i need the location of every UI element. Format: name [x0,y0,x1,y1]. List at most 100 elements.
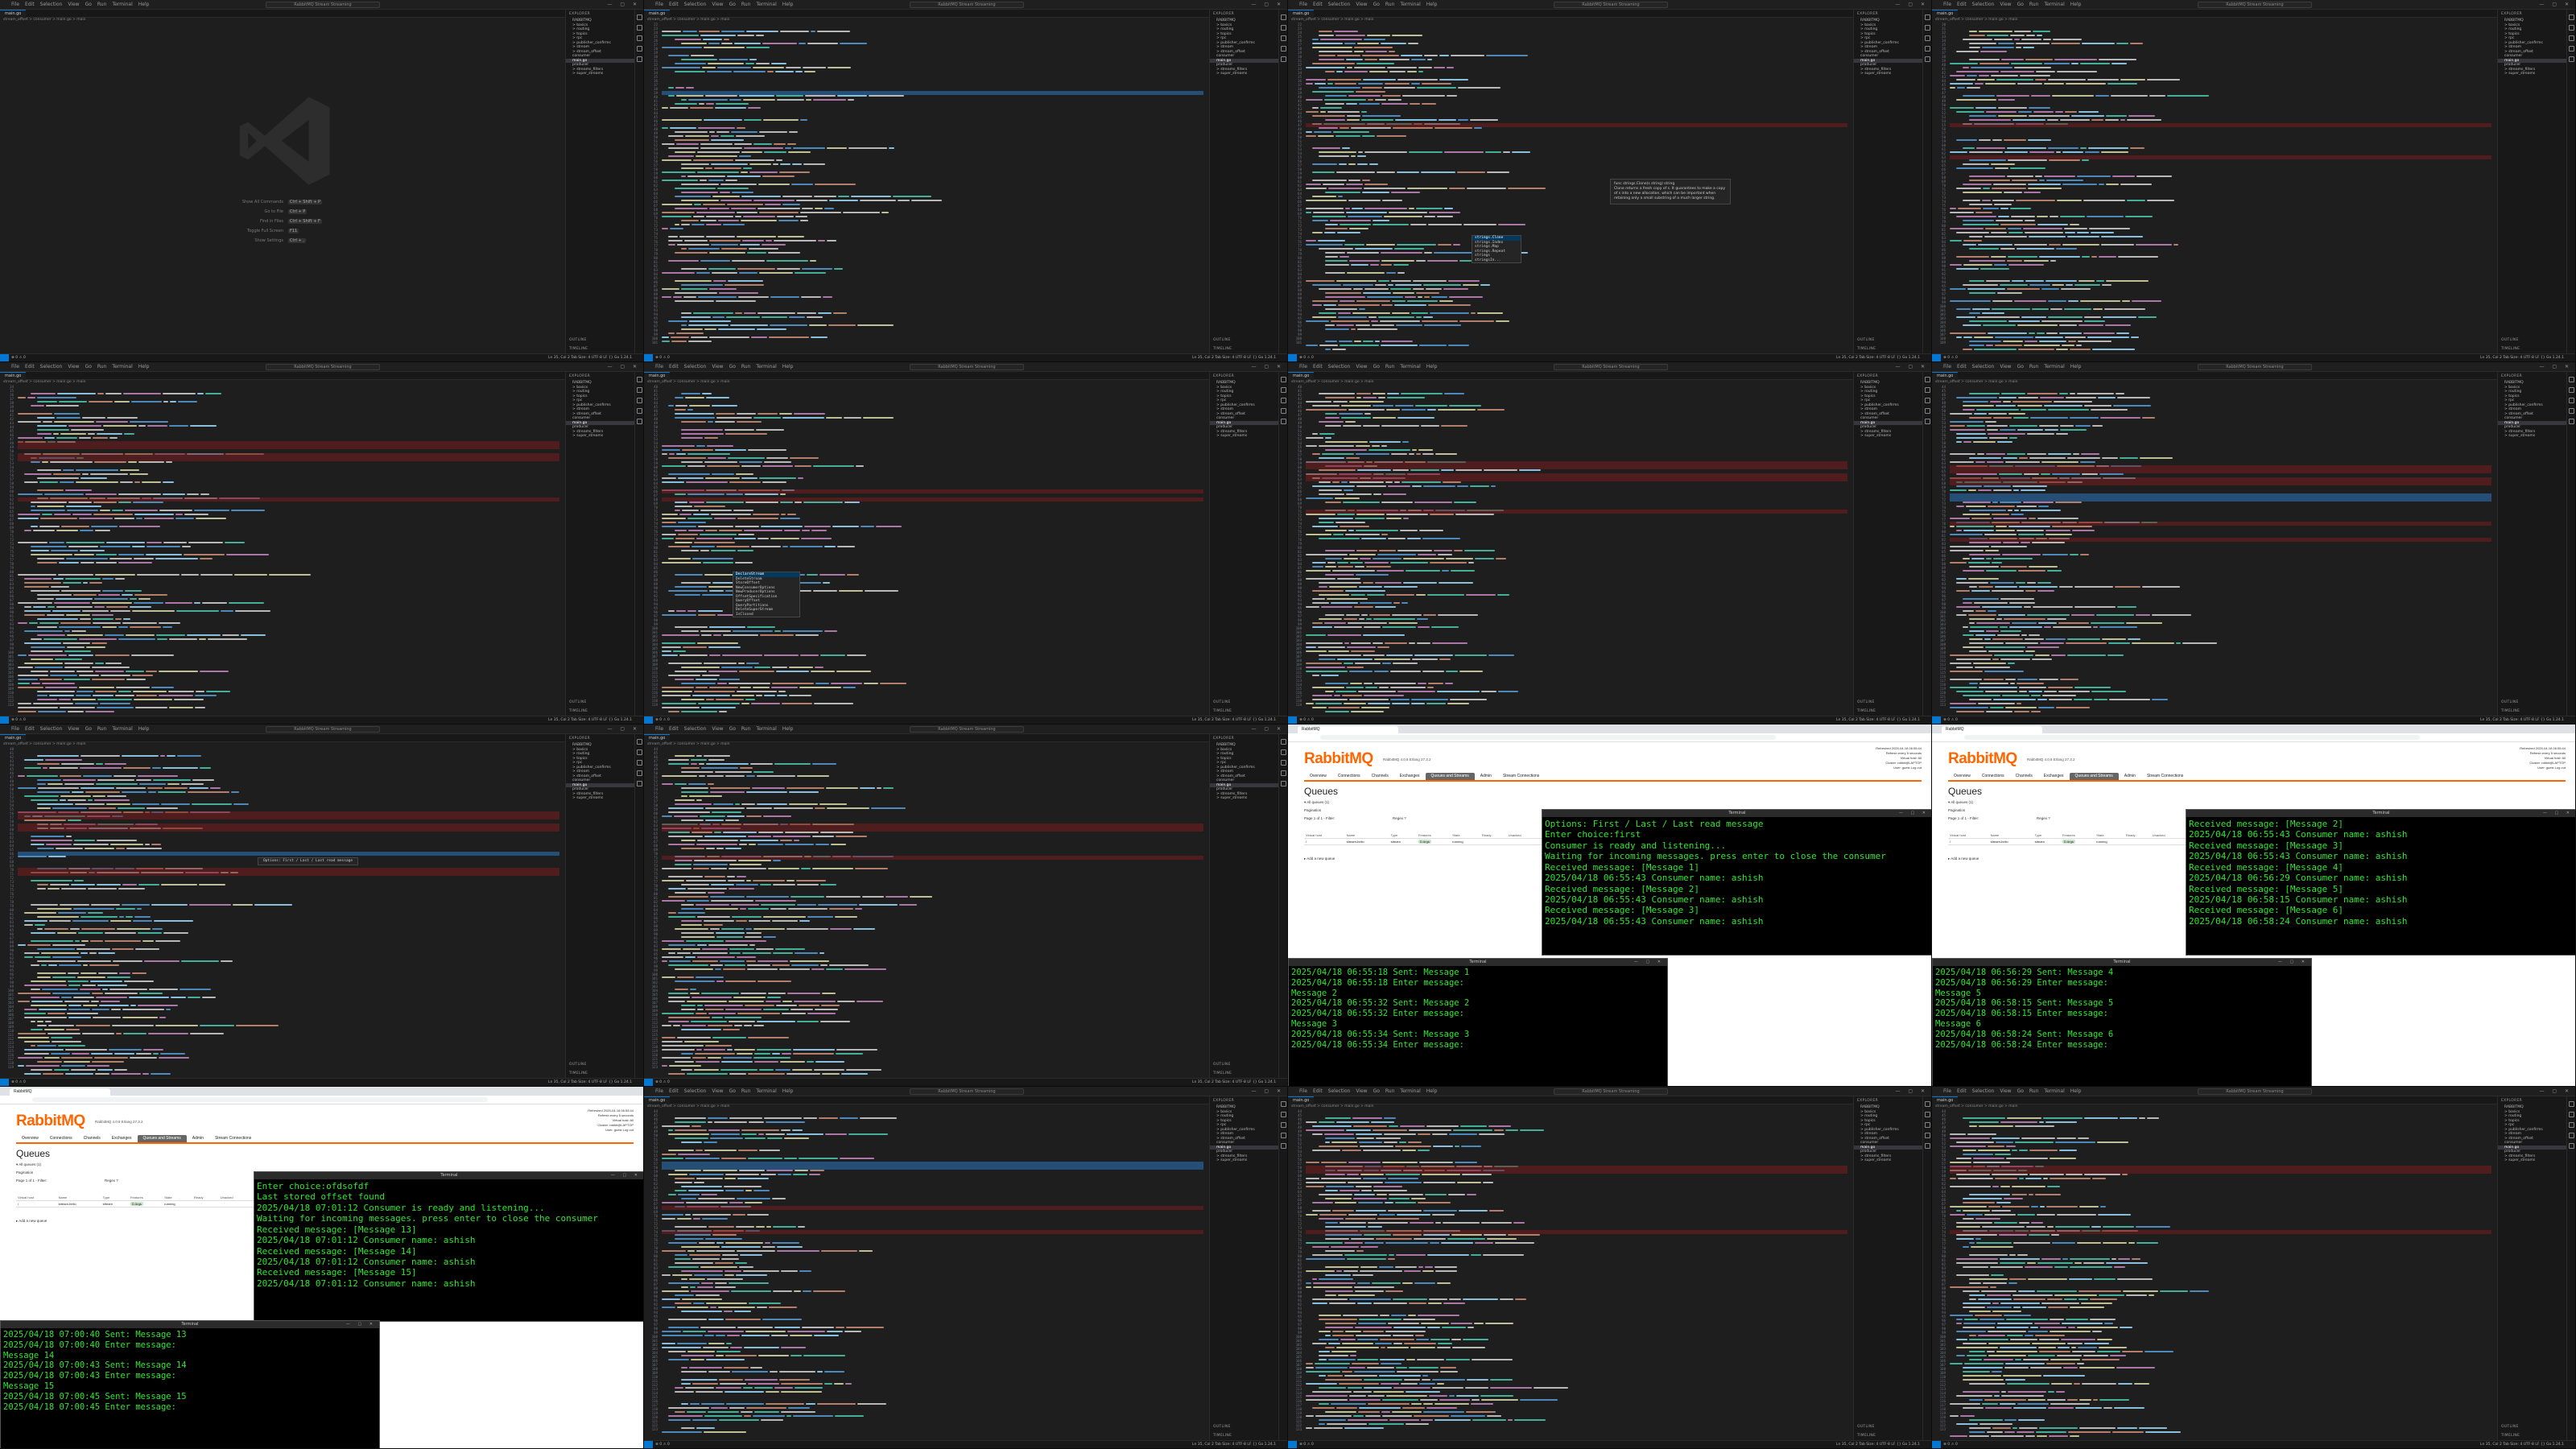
problems-count[interactable]: ⊗ 0 ⚠ 0 [1299,354,1314,361]
menu-item-view[interactable]: View [712,726,723,732]
problems-count[interactable]: ⊗ 0 ⚠ 0 [655,716,670,724]
command-center-search[interactable]: RabbitMQ Stream Streaming [2198,364,2312,370]
tab-main-go[interactable]: main.go [1932,10,1959,18]
timeline-header[interactable]: TIMELINE [1210,345,1279,353]
source-control-icon[interactable] [636,398,642,403]
outline-header[interactable]: OUTLINE [1210,1060,1279,1069]
files-icon[interactable] [2568,1101,2574,1107]
timeline-header[interactable]: TIMELINE [1210,1431,1279,1440]
menu-item-selection[interactable]: Selection [684,364,707,369]
menu-item-file[interactable]: File [1299,1088,1307,1094]
menu-item-file[interactable]: File [1943,364,1951,369]
search-icon[interactable] [1280,25,1286,31]
explorer-item[interactable]: > super_streams [1854,72,1923,76]
menu-item-terminal[interactable]: Terminal [112,2,132,7]
files-icon[interactable] [1280,14,1286,20]
page-filter[interactable]: Page 1 of 1 - Filter: [1948,816,1979,820]
files-icon[interactable] [2568,14,2574,20]
source-control-icon[interactable] [1924,35,1930,41]
problems-count[interactable]: ⊗ 0 ⚠ 0 [1943,716,1958,724]
menu-item-go[interactable]: Go [729,726,736,732]
tab-main-go[interactable]: main.go [644,372,671,380]
menu-item-view[interactable]: View [2000,364,2011,369]
outline-header[interactable]: OUTLINE [1854,698,1923,707]
timeline-header[interactable]: TIMELINE [1854,707,1923,716]
menu-item-terminal[interactable]: Terminal [756,2,776,7]
search-icon[interactable] [636,25,642,31]
explorer-item[interactable]: > super_streams [1854,434,1923,439]
menu-item-file[interactable]: File [1943,1088,1951,1094]
page-filter[interactable]: Page 1 of 1 - Filter: [1304,816,1335,820]
problems-count[interactable]: ⊗ 0 ⚠ 0 [11,354,26,361]
tab-main-go[interactable]: main.go [1932,372,1959,380]
outline-header[interactable]: OUTLINE [2498,336,2567,345]
problems-count[interactable]: ⊗ 0 ⚠ 0 [1943,354,1958,361]
problems-count[interactable]: ⊗ 0 ⚠ 0 [655,1079,670,1086]
tab-main-go[interactable]: main.go [644,10,671,18]
explorer-item[interactable]: > super_streams [1210,1158,1279,1163]
browser-tab[interactable]: RabbitMQ [1298,726,1398,733]
command-center-search[interactable]: RabbitMQ Stream Streaming [910,364,1024,370]
menu-item-help[interactable]: Help [782,364,794,369]
menu-item-terminal[interactable]: Terminal [2044,2,2064,7]
explorer-item[interactable]: > super_streams [1210,434,1279,439]
explorer-item[interactable]: > super_streams [2498,72,2567,76]
menu-item-edit[interactable]: Edit [669,1088,679,1094]
consumer-terminal[interactable]: Terminal — ▢ ✕ Options: First / Last / Las… [1542,809,1931,956]
explorer-item[interactable]: > super_streams [2498,1158,2567,1163]
all-queues-toggle[interactable]: ▾ All queues (1) [16,1162,41,1167]
address-bar[interactable] [32,1097,488,1102]
outline-header[interactable]: OUTLINE [1210,698,1279,707]
source-control-icon[interactable] [1924,1122,1930,1128]
source-control-icon[interactable] [1280,1122,1286,1128]
problems-count[interactable]: ⊗ 0 ⚠ 0 [1943,1441,1958,1448]
menu-item-view[interactable]: View [1356,2,1367,7]
run-debug-icon[interactable] [1280,1133,1286,1138]
menu-item-view[interactable]: View [68,2,79,7]
problems-count[interactable]: ⊗ 0 ⚠ 0 [1299,1441,1314,1448]
menu-item-run[interactable]: Run [97,2,107,7]
menu-item-selection[interactable]: Selection [40,2,63,7]
menu-item-help[interactable]: Help [782,2,794,7]
menu-item-edit[interactable]: Edit [669,364,679,369]
menu-item-edit[interactable]: Edit [25,364,35,369]
tab-main-go[interactable]: main.go [1932,1096,1959,1104]
menu-item-terminal[interactable]: Terminal [1400,2,1420,7]
remote-indicator[interactable] [1932,1441,1941,1448]
menu-item-help[interactable]: Help [782,1088,794,1094]
extensions-icon[interactable] [2568,56,2574,62]
table-cell[interactable]: stream-hello [56,1200,101,1208]
problems-count[interactable]: ⊗ 0 ⚠ 0 [11,1079,26,1086]
nav-tab[interactable]: Overview [1948,773,1976,780]
table-row[interactable]: / stream-hello stream D Args running [1304,838,1562,845]
code-editor[interactable] [1950,1109,2491,1440]
problems-count[interactable]: ⊗ 0 ⚠ 0 [1299,716,1314,724]
source-control-icon[interactable] [636,760,642,766]
files-icon[interactable] [1280,1101,1286,1107]
producer-terminal[interactable]: Terminal — ▢ ✕ 2025/04/18 06:55:18 Sent: M… [1288,958,1668,1086]
code-editor[interactable] [1950,385,2491,716]
explorer-item[interactable]: > super_streams [566,72,635,76]
extensions-icon[interactable] [1280,56,1286,62]
menu-item-edit[interactable]: Edit [669,2,679,7]
menu-item-help[interactable]: Help [782,726,794,732]
menu-item-go[interactable]: Go [1373,1088,1380,1094]
browser-tab[interactable]: RabbitMQ [10,1088,110,1096]
nav-tab[interactable]: Exchanges [2038,773,2070,780]
explorer-item[interactable]: > super_streams [2498,434,2567,439]
menu-item-selection[interactable]: Selection [684,1088,707,1094]
command-center-search[interactable]: RabbitMQ Stream Streaming [266,726,380,733]
files-icon[interactable] [1924,377,1930,382]
menu-item-run[interactable]: Run [2029,2,2039,7]
timeline-header[interactable]: TIMELINE [566,707,635,716]
menu-item-go[interactable]: Go [2017,2,2024,7]
run-debug-icon[interactable] [636,46,642,52]
autocomplete-popup[interactable]: DeclareStream DeleteStream StoreOffset NewC… [733,572,800,617]
menu-item-view[interactable]: View [2000,1088,2011,1094]
explorer-item[interactable]: > super_streams [1854,1158,1923,1163]
menu-item-terminal[interactable]: Terminal [112,364,132,369]
source-control-icon[interactable] [2568,1122,2574,1128]
tab-main-go[interactable]: main.go [0,10,27,18]
search-icon[interactable] [1280,1112,1286,1117]
files-icon[interactable] [636,377,642,382]
